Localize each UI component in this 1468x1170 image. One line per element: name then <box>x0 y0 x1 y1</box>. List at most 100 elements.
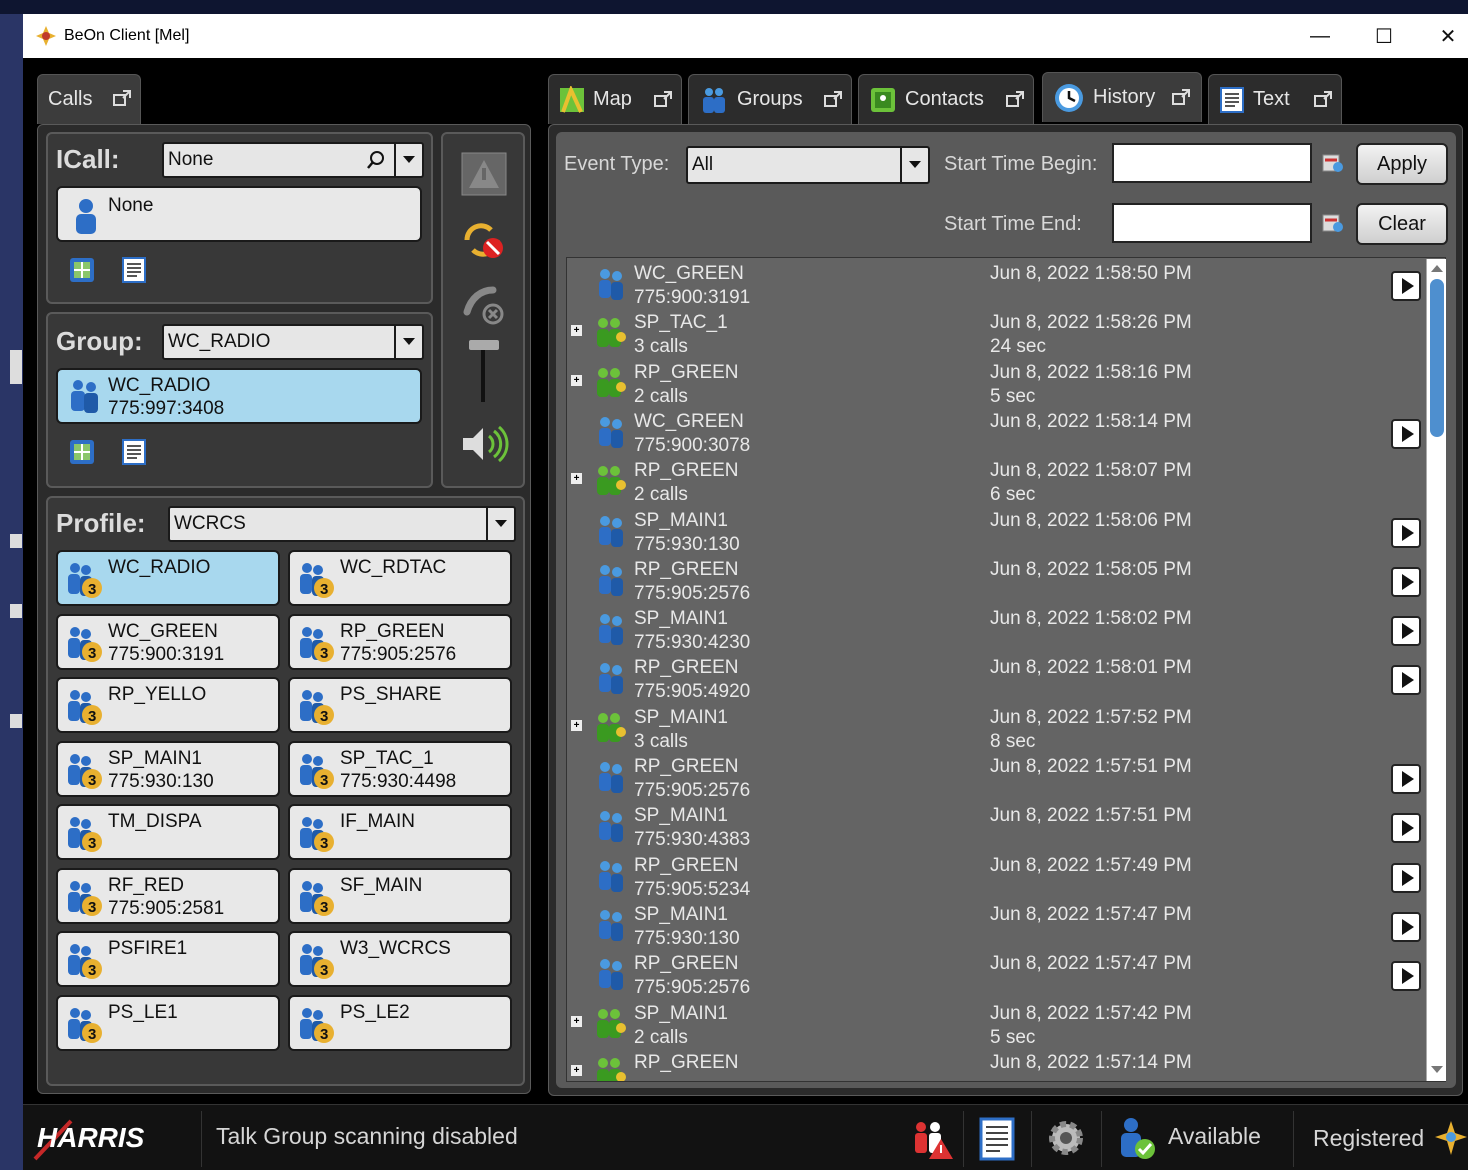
history-row[interactable]: SP_MAIN1 775:930:130 Jun 8, 2022 1:57:47 P… <box>567 901 1427 950</box>
profile-tile[interactable]: 3 WC_RADIO <box>56 550 280 606</box>
history-row[interactable]: RP_GREEN 775:905:5234 Jun 8, 2022 1:57:49 … <box>567 852 1427 901</box>
history-row[interactable]: RP_GREEN 775:905:2576 Jun 8, 2022 1:57:51 … <box>567 753 1427 802</box>
popout-icon[interactable] <box>112 89 132 107</box>
scroll-up-icon[interactable] <box>1429 261 1445 275</box>
volume-slider-handle[interactable] <box>469 340 499 350</box>
expand-icon[interactable]: + <box>571 1064 582 1076</box>
play-icon[interactable] <box>1391 862 1421 893</box>
icall-tile[interactable]: None <box>56 186 422 242</box>
chevron-down-icon[interactable] <box>900 148 928 182</box>
text-message-icon[interactable] <box>120 438 148 466</box>
chevron-down-icon[interactable] <box>394 144 422 176</box>
expand-icon[interactable]: + <box>571 1015 582 1027</box>
presence-status[interactable]: Available <box>1168 1123 1261 1150</box>
history-row[interactable]: WC_GREEN 775:900:3191 Jun 8, 2022 1:58:50 … <box>567 260 1427 309</box>
scroll-down-icon[interactable] <box>1429 1063 1445 1077</box>
event-type-label: Event Type: <box>564 153 670 175</box>
play-icon[interactable] <box>1391 616 1421 647</box>
profile-tile[interactable]: 3 PS_LE1 <box>56 994 280 1051</box>
clear-button[interactable]: Clear <box>1356 203 1448 245</box>
history-row-time: Jun 8, 2022 1:58:14 PM <box>990 410 1192 432</box>
profile-tile[interactable]: 3 TM_DISPA <box>56 804 280 860</box>
popout-icon[interactable] <box>823 90 843 108</box>
play-icon[interactable] <box>1391 665 1421 696</box>
start-time-end-input[interactable] <box>1112 203 1312 243</box>
apply-button[interactable]: Apply <box>1356 143 1448 185</box>
start-time-begin-input[interactable] <box>1112 143 1312 183</box>
calendar-icon[interactable] <box>1322 152 1344 174</box>
history-row[interactable]: RP_GREEN 775:905:4920 Jun 8, 2022 1:58:01 … <box>567 654 1427 703</box>
emergency-icon[interactable] <box>461 152 507 196</box>
history-row[interactable]: RP_GREEN 775:905:2576 Jun 8, 2022 1:58:05 … <box>567 556 1427 605</box>
event-type-select[interactable]: All <box>686 146 930 184</box>
profile-tile[interactable]: 3 SF_MAIN <box>288 867 512 924</box>
group-tile[interactable]: WC_RADIO 775:997:3408 <box>56 368 422 424</box>
calendar-icon[interactable] <box>1322 212 1344 234</box>
icall-combo[interactable]: None <box>162 142 424 178</box>
profile-tile[interactable]: 3 WC_GREEN 775:900:3191 <box>56 613 280 670</box>
play-icon[interactable] <box>1391 764 1421 794</box>
scrollbar-thumb[interactable] <box>1430 279 1444 437</box>
play-icon[interactable] <box>1391 813 1421 844</box>
chevron-down-icon[interactable] <box>486 508 514 540</box>
history-row[interactable]: SP_MAIN1 775:930:4230 Jun 8, 2022 1:58:02 … <box>567 605 1427 654</box>
profile-tile[interactable]: 3 RF_RED 775:905:2581 <box>56 867 280 924</box>
play-icon[interactable] <box>1391 271 1421 301</box>
popout-icon[interactable] <box>1313 90 1333 108</box>
speaker-icon[interactable] <box>461 424 509 464</box>
call-end-icon[interactable] <box>461 282 507 326</box>
profile-combo[interactable]: WCRCS <box>168 506 516 542</box>
profile-tile[interactable]: 3 PS_SHARE <box>288 677 512 733</box>
history-row[interactable]: + RP_GREEN 2 calls Jun 8, 2022 1:58:16 PM 5 … <box>567 359 1427 408</box>
profile-tile[interactable]: 3 RP_YELLO <box>56 677 280 733</box>
history-row[interactable]: SP_MAIN1 775:930:130 Jun 8, 2022 1:58:06 P… <box>567 507 1427 556</box>
history-row[interactable]: SP_MAIN1 775:930:4383 Jun 8, 2022 1:57:51 … <box>567 802 1427 851</box>
talkgroup-scan-icon: 3 <box>300 563 334 598</box>
message-log-icon[interactable] <box>977 1117 1017 1161</box>
popout-icon[interactable] <box>1171 88 1191 106</box>
history-row[interactable]: WC_GREEN 775:900:3078 Jun 8, 2022 1:58:14 … <box>567 408 1427 457</box>
presence-user-icon[interactable] <box>1113 1115 1159 1163</box>
search-icon[interactable] <box>366 150 386 170</box>
history-row[interactable]: + RP_GREEN Jun 8, 2022 1:57:14 PM <box>567 1049 1427 1081</box>
tab-calls[interactable]: Calls <box>37 74 141 124</box>
map-locate-icon[interactable] <box>68 438 96 466</box>
profile-tile[interactable]: 3 RP_GREEN 775:905:2576 <box>288 613 512 670</box>
play-icon[interactable] <box>1391 961 1421 992</box>
history-row[interactable]: + SP_TAC_1 3 calls Jun 8, 2022 1:58:26 PM 24… <box>567 309 1427 358</box>
settings-gear-icon[interactable] <box>1043 1115 1089 1161</box>
history-row[interactable]: + SP_MAIN1 3 calls Jun 8, 2022 1:57:52 PM 8 … <box>567 704 1427 753</box>
play-icon[interactable] <box>1391 517 1421 548</box>
map-locate-icon[interactable] <box>68 256 96 284</box>
expand-icon[interactable]: + <box>571 325 582 337</box>
chevron-down-icon[interactable] <box>394 326 422 358</box>
play-icon[interactable] <box>1391 418 1421 449</box>
profile-tile[interactable]: 3 PSFIRE1 <box>56 931 280 987</box>
text-message-icon[interactable] <box>120 256 148 284</box>
profile-tile[interactable]: 3 W3_WCRCS <box>288 931 512 987</box>
play-icon[interactable] <box>1391 911 1421 942</box>
profile-tile[interactable]: 3 SP_TAC_1 775:930:4498 <box>288 740 512 797</box>
close-button[interactable]: ✕ <box>1419 14 1468 58</box>
popout-icon[interactable] <box>653 90 673 108</box>
play-icon[interactable] <box>1391 566 1421 597</box>
minimize-button[interactable]: — <box>1291 14 1349 58</box>
expand-icon[interactable]: + <box>571 374 582 386</box>
profile-tile[interactable]: 3 WC_RDTAC <box>288 550 512 606</box>
profile-tile-name: TM_DISPA <box>108 811 202 832</box>
popout-icon[interactable] <box>1005 90 1025 108</box>
history-row[interactable]: RP_GREEN 775:905:2576 Jun 8, 2022 1:57:47 … <box>567 950 1427 999</box>
emergency-alert-icon[interactable] <box>907 1117 953 1161</box>
expand-icon[interactable]: + <box>571 719 582 731</box>
profile-tile[interactable]: 3 SP_MAIN1 775:930:130 <box>56 740 280 797</box>
history-row[interactable]: + RP_GREEN 2 calls Jun 8, 2022 1:58:07 PM 6 … <box>567 457 1427 506</box>
profile-tile[interactable]: 3 PS_LE2 <box>288 994 512 1051</box>
profile-tile[interactable]: 3 IF_MAIN <box>288 804 512 860</box>
history-scrollbar[interactable] <box>1426 259 1446 1081</box>
group-combo[interactable]: WC_RADIO <box>162 324 424 360</box>
expand-icon[interactable]: + <box>571 473 582 485</box>
history-row[interactable]: + SP_MAIN1 2 calls Jun 8, 2022 1:57:42 PM 5 … <box>567 1000 1427 1049</box>
scan-off-icon[interactable] <box>461 218 507 262</box>
history-row-time: Jun 8, 2022 1:58:01 PM <box>990 657 1192 679</box>
maximize-button[interactable]: ☐ <box>1355 14 1413 58</box>
